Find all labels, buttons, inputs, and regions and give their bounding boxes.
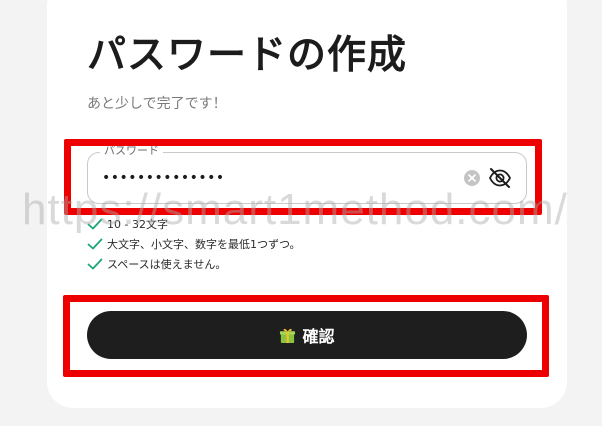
requirement-item: 10 - 32文字 [87, 214, 301, 234]
page: パスワードの作成 あと少しで完了です！ パスワード ••••••••••••••… [0, 0, 602, 426]
password-requirements: 10 - 32文字 大文字、小文字、数字を最低1つずつ。 スペースは使えません。 [87, 214, 301, 274]
password-highlight-box [64, 139, 542, 215]
requirement-item: 大文字、小文字、数字を最低1つずつ。 [87, 234, 301, 254]
requirement-text: スペースは使えません。 [107, 258, 227, 271]
check-icon [87, 238, 103, 250]
requirement-text: 10 - 32文字 [107, 218, 168, 231]
requirement-item: スペースは使えません。 [87, 254, 301, 274]
check-icon [87, 218, 103, 230]
confirm-highlight-box [63, 295, 549, 377]
page-title: パスワードの作成 [87, 33, 408, 78]
requirement-text: 大文字、小文字、数字を最低1つずつ。 [107, 238, 301, 251]
check-icon [87, 258, 103, 270]
page-subtitle: あと少しで完了です！ [87, 96, 227, 112]
